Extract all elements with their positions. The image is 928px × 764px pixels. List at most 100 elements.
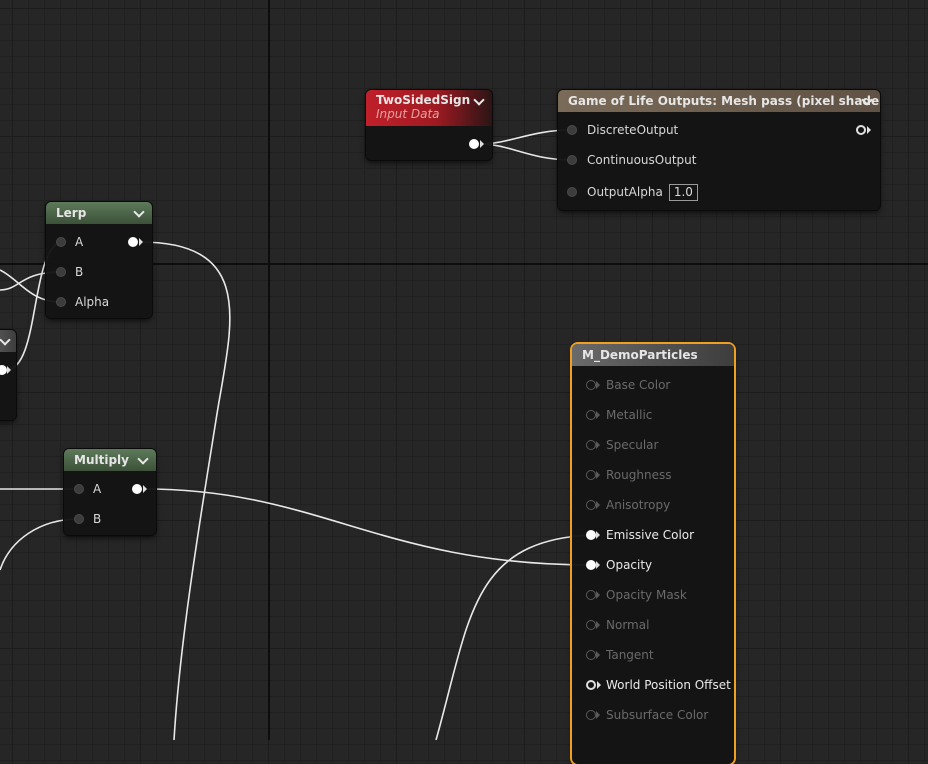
output-arrow-icon	[480, 140, 484, 148]
input-pin[interactable]	[56, 267, 66, 277]
output-pin[interactable]	[856, 125, 866, 135]
pin-row-world-position-offset[interactable]: World Position Offset	[572, 675, 734, 695]
output-arrow-icon	[7, 366, 11, 374]
pin-label: Subsurface Color	[606, 708, 709, 722]
pin-label: Anisotropy	[606, 498, 671, 512]
pin-row-b[interactable]: B	[64, 509, 156, 529]
pin-label: B	[93, 512, 102, 526]
game-of-life-outputs-title: Game of Life Outputs: Mesh pass (pixel s…	[568, 94, 880, 108]
pin-row-anisotropy[interactable]: Anisotropy	[572, 495, 734, 515]
material-result-node[interactable]: M_DemoParticles Base Color Metallic Spec…	[572, 344, 734, 764]
pin-label: Opacity	[606, 558, 653, 572]
multiply-header[interactable]: Multiply	[64, 449, 156, 471]
pin-row-a[interactable]: A	[46, 232, 152, 252]
two-sided-sign-node[interactable]: TwoSidedSign Input Data	[366, 90, 492, 160]
input-pin[interactable]	[586, 380, 596, 390]
pin-row-subsurface-color[interactable]: Subsurface Color	[572, 705, 734, 725]
pin-arrow-icon	[596, 441, 600, 449]
input-pin[interactable]	[74, 484, 84, 494]
multiply-title: Multiply	[74, 453, 129, 467]
input-pin[interactable]	[56, 237, 66, 247]
offscreen-node[interactable]	[0, 330, 16, 420]
input-pin[interactable]	[56, 297, 66, 307]
pin-row-discrete-output[interactable]: DiscreteOutput	[558, 120, 880, 140]
pin-label: Metallic	[606, 408, 653, 422]
offscreen-node-output-row[interactable]	[0, 360, 16, 380]
pin-row-b[interactable]: B	[46, 262, 152, 282]
input-pin[interactable]	[586, 410, 596, 420]
pin-arrow-icon	[596, 561, 600, 569]
output-pin[interactable]	[128, 237, 138, 247]
input-pin[interactable]	[586, 620, 596, 630]
pin-row-opacity[interactable]: Opacity	[572, 555, 734, 575]
pin-arrow-icon	[596, 501, 600, 509]
output-pin[interactable]	[132, 484, 142, 494]
material-result-header[interactable]: M_DemoParticles	[572, 344, 734, 366]
chevron-down-icon[interactable]	[136, 449, 150, 471]
pin-row-tangent[interactable]: Tangent	[572, 645, 734, 665]
lerp-node[interactable]: Lerp A B Alpha	[46, 202, 152, 318]
chevron-down-icon[interactable]	[132, 202, 146, 224]
two-sided-sign-header[interactable]: TwoSidedSign Input Data	[366, 90, 492, 126]
input-pin[interactable]	[567, 125, 577, 135]
two-sided-sign-title: TwoSidedSign	[376, 93, 471, 107]
output-arrow-icon	[143, 485, 147, 493]
input-pin[interactable]	[586, 710, 596, 720]
input-pin[interactable]	[586, 560, 596, 570]
input-pin[interactable]	[586, 500, 596, 510]
game-of-life-outputs-node[interactable]: Game of Life Outputs: Mesh pass (pixel s…	[558, 90, 880, 210]
pin-row-opacity-mask[interactable]: Opacity Mask	[572, 585, 734, 605]
pin-row-normal[interactable]: Normal	[572, 615, 734, 635]
pin-row-specular[interactable]: Specular	[572, 435, 734, 455]
pin-arrow-icon	[596, 471, 600, 479]
input-pin[interactable]	[586, 650, 596, 660]
pin-row-alpha[interactable]: Alpha	[46, 292, 152, 312]
material-result-title: M_DemoParticles	[582, 348, 698, 362]
pin-row-roughness[interactable]: Roughness	[572, 465, 734, 485]
pin-arrow-icon	[597, 681, 601, 689]
offscreen-node-header[interactable]	[0, 330, 16, 352]
pin-arrow-icon	[596, 621, 600, 629]
input-pin[interactable]	[586, 680, 596, 690]
pin-arrow-icon	[596, 381, 600, 389]
pin-row-emissive-color[interactable]: Emissive Color	[572, 525, 734, 545]
pin-label: Normal	[606, 618, 650, 632]
output-arrow-icon	[139, 238, 143, 246]
pin-label: Alpha	[75, 295, 110, 309]
input-pin[interactable]	[586, 440, 596, 450]
pin-row-continuous-output[interactable]: ContinuousOutput	[558, 150, 880, 170]
pin-label: Specular	[606, 438, 659, 452]
multiply-node[interactable]: Multiply A B	[64, 449, 156, 535]
pin-arrow-icon	[596, 411, 600, 419]
chevron-down-icon[interactable]	[860, 90, 874, 112]
pin-arrow-icon	[596, 651, 600, 659]
lerp-title: Lerp	[56, 206, 87, 220]
pin-row-a[interactable]: A	[64, 479, 156, 499]
pin-label: World Position Offset	[606, 678, 731, 692]
input-pin[interactable]	[586, 470, 596, 480]
output-pin[interactable]	[469, 139, 479, 149]
input-pin[interactable]	[74, 514, 84, 524]
pin-arrow-icon	[596, 711, 600, 719]
chevron-down-icon[interactable]	[0, 330, 12, 352]
pin-label: ContinuousOutput	[587, 153, 697, 167]
input-pin[interactable]	[567, 187, 577, 197]
pin-arrow-icon	[596, 531, 600, 539]
two-sided-sign-output-row[interactable]	[366, 134, 492, 154]
output-pin[interactable]	[0, 365, 7, 375]
pin-row-output-alpha[interactable]: OutputAlpha 1.0	[558, 182, 880, 202]
input-pin[interactable]	[586, 530, 596, 540]
lerp-header[interactable]: Lerp	[46, 202, 152, 224]
pin-label: Tangent	[606, 648, 654, 662]
pin-label: A	[75, 235, 84, 249]
input-pin[interactable]	[567, 155, 577, 165]
pin-label: Base Color	[606, 378, 671, 392]
input-pin[interactable]	[586, 590, 596, 600]
chevron-down-icon[interactable]	[472, 90, 486, 112]
output-alpha-value-field[interactable]: 1.0	[668, 184, 698, 201]
pin-row-metallic[interactable]: Metallic	[572, 405, 734, 425]
pin-label: Opacity Mask	[606, 588, 687, 602]
game-of-life-outputs-header[interactable]: Game of Life Outputs: Mesh pass (pixel s…	[558, 90, 880, 112]
wire-to-emissive	[435, 534, 593, 740]
pin-row-base-color[interactable]: Base Color	[572, 375, 734, 395]
